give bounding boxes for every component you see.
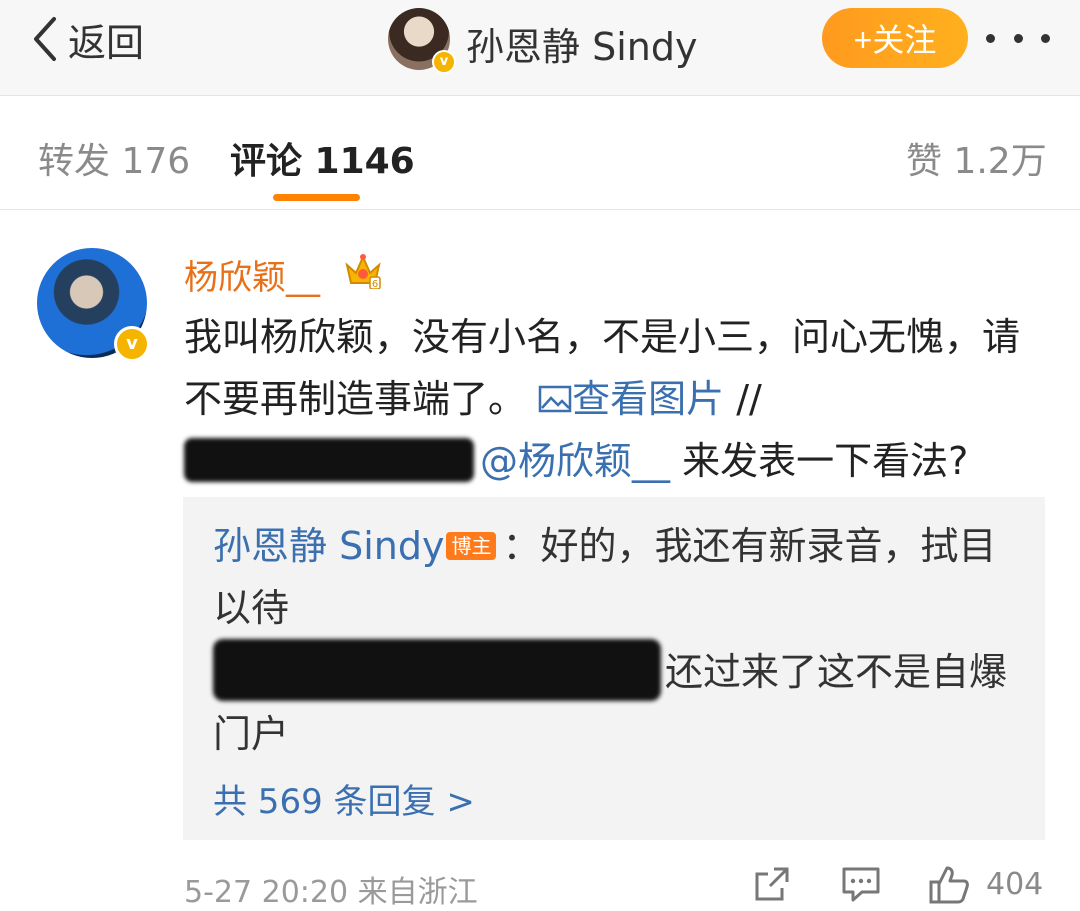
reply-colon: ： (502, 524, 541, 568)
reply-preview[interactable]: 孙恩静 Sindy 博主 ：好的，我还有新录音，拭目以待 还过来了这不是自爆门户 共… (183, 497, 1045, 840)
repost-separator: // (724, 377, 762, 421)
verified-badge-icon: v (432, 50, 456, 74)
image-icon (538, 385, 572, 413)
follow-button[interactable]: +关注 (822, 8, 968, 68)
back-label: 返回 (68, 20, 145, 65)
thumbs-up-icon[interactable] (928, 864, 970, 906)
mention-link[interactable]: @杨欣颖__ (480, 439, 670, 483)
top-nav-bar: 返回 v 孙恩静 Sindy +关注 (0, 0, 1080, 96)
redacted-username (184, 438, 474, 482)
tab-bar: 转发 176 评论 1146 赞 1.2万 (0, 96, 1080, 210)
comment-body-2: 来发表一下看法? (670, 439, 969, 483)
reply-author[interactable]: 孙恩静 Sindy (213, 524, 444, 568)
svg-text:6: 6 (372, 279, 378, 289)
author-badge: 博主 (446, 532, 497, 560)
blogger-name[interactable]: 孙恩静 Sindy (466, 16, 697, 71)
view-image-label: 查看图片 (572, 377, 725, 421)
commenter-name[interactable]: 杨欣颖__ (184, 250, 320, 299)
active-tab-indicator (273, 194, 360, 201)
share-icon[interactable] (752, 864, 792, 904)
tab-comment[interactable]: 评论 1146 (230, 132, 415, 184)
verified-badge-icon: v (114, 326, 150, 362)
back-button[interactable]: 返回 (28, 14, 145, 65)
more-dots-icon[interactable] (986, 18, 1050, 58)
view-image-link[interactable]: 查看图片 (538, 377, 724, 421)
redacted-text (213, 639, 661, 701)
comment-timestamp: 5-27 20:20 来自浙江 (184, 875, 478, 910)
view-all-replies-link[interactable]: 共 569 条回复 > (213, 774, 475, 823)
comment-text: 我叫杨欣颖，没有小名，不是小三，问心无愧，请不要再制造事端了。 查看图片 // … (184, 306, 1034, 492)
tab-like[interactable]: 赞 1.2万 (906, 132, 1047, 184)
tab-repost[interactable]: 转发 176 (38, 132, 190, 184)
like-count: 404 (986, 867, 1044, 902)
chevron-left-icon (34, 17, 56, 61)
comment-icon[interactable] (840, 864, 882, 904)
crown-icon: 6 (345, 254, 381, 289)
reply-text: 孙恩静 Sindy 博主 ：好的，我还有新录音，拭目以待 还过来了这不是自爆门户 (213, 515, 1013, 765)
